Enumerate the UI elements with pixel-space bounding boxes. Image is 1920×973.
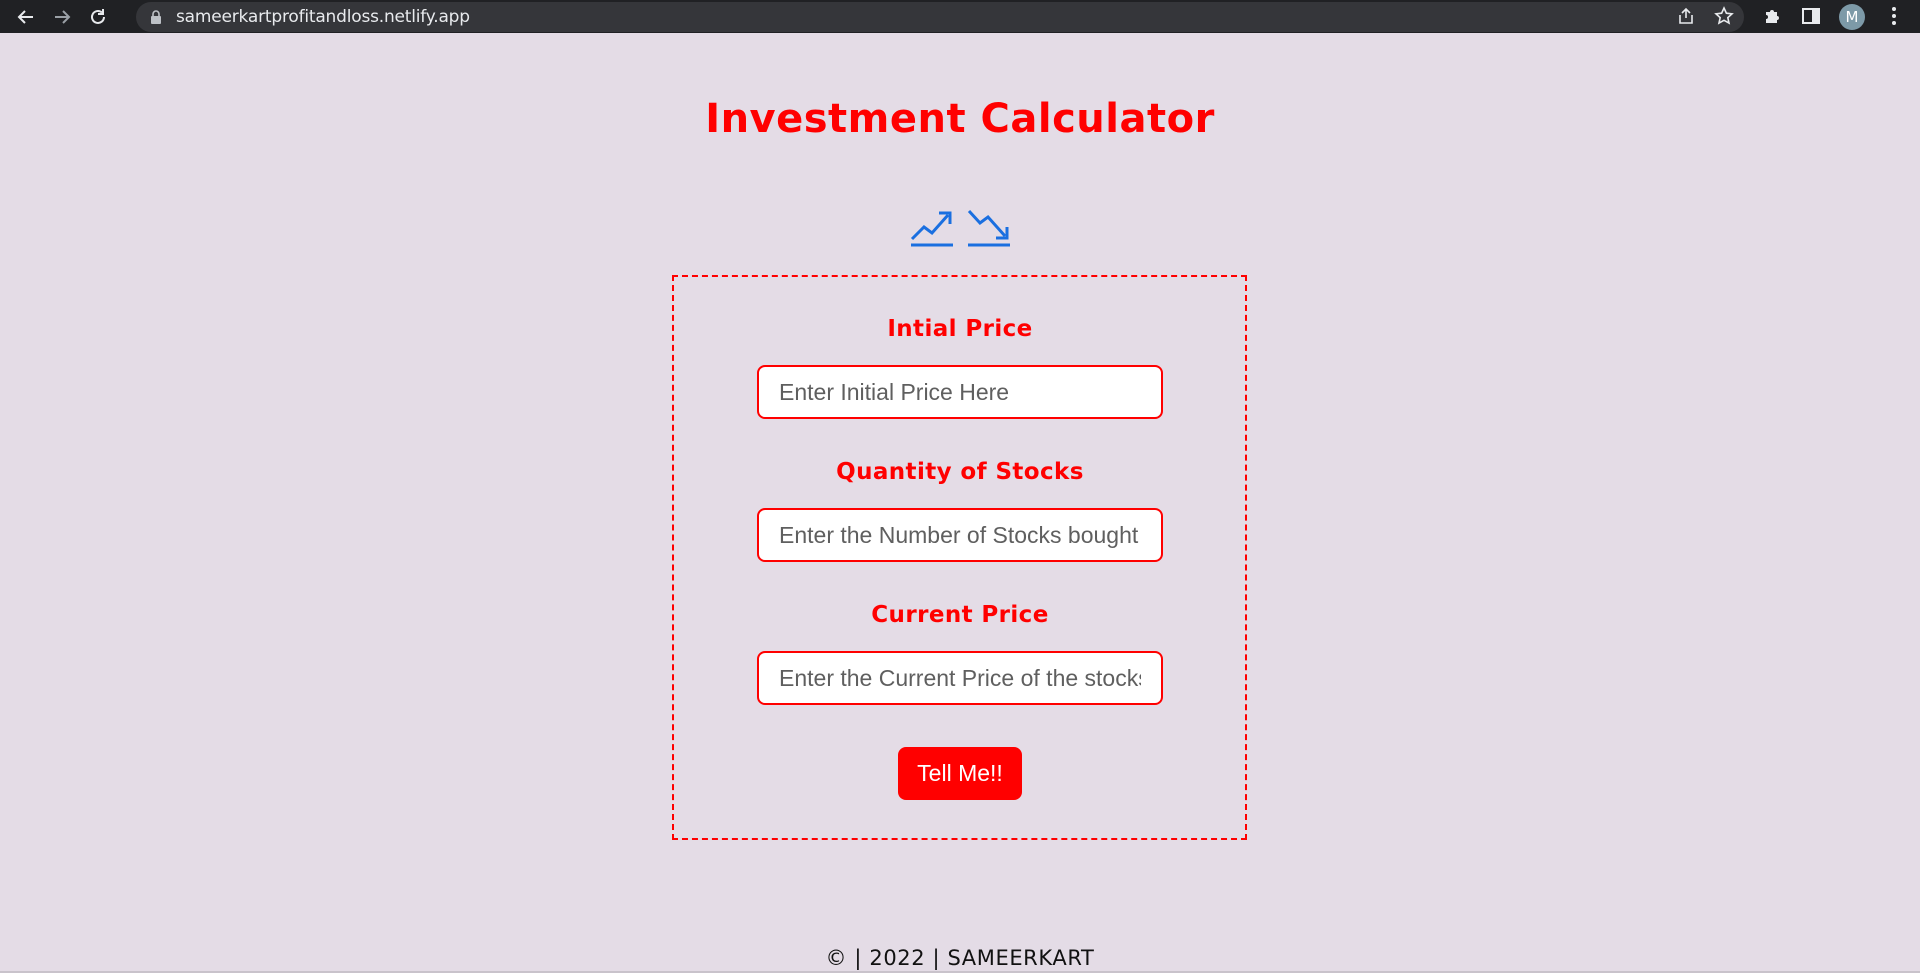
- lock-icon: [150, 9, 164, 25]
- back-button[interactable]: [14, 5, 38, 29]
- menu-icon[interactable]: [1884, 4, 1904, 28]
- footer-text: © | 2022 | SAMEERKART: [825, 946, 1095, 970]
- share-icon[interactable]: [1676, 6, 1696, 31]
- trending-down-icon: [967, 209, 1010, 247]
- star-icon[interactable]: [1714, 6, 1734, 31]
- current-price-input[interactable]: [757, 651, 1163, 705]
- page-title: Investment Calculator: [705, 96, 1215, 142]
- back-icon: [17, 9, 33, 24]
- initial-price-input[interactable]: [757, 365, 1163, 419]
- current-price-label: Current Price: [871, 602, 1049, 628]
- tell-me-button[interactable]: Tell Me!!: [898, 747, 1022, 800]
- trend-icons: [908, 206, 1012, 248]
- reload-icon: [91, 8, 105, 24]
- address-bar[interactable]: sameerkartprofitandloss.netlify.app: [136, 2, 1744, 32]
- quantity-input[interactable]: [757, 508, 1163, 562]
- browser-toolbar: sameerkartprofitandloss.netlify.app M: [0, 0, 1920, 33]
- forward-button[interactable]: [50, 5, 74, 29]
- quantity-label: Quantity of Stocks: [836, 459, 1084, 485]
- side-panel-icon[interactable]: [1799, 4, 1823, 28]
- url-text: sameerkartprofitandloss.netlify.app: [176, 7, 470, 27]
- trending-up-icon: [910, 211, 953, 247]
- reload-button[interactable]: [86, 5, 110, 29]
- profile-avatar[interactable]: M: [1839, 4, 1865, 30]
- forward-icon: [55, 9, 71, 24]
- extensions-icon[interactable]: [1760, 4, 1784, 28]
- initial-price-label: Intial Price: [887, 316, 1033, 342]
